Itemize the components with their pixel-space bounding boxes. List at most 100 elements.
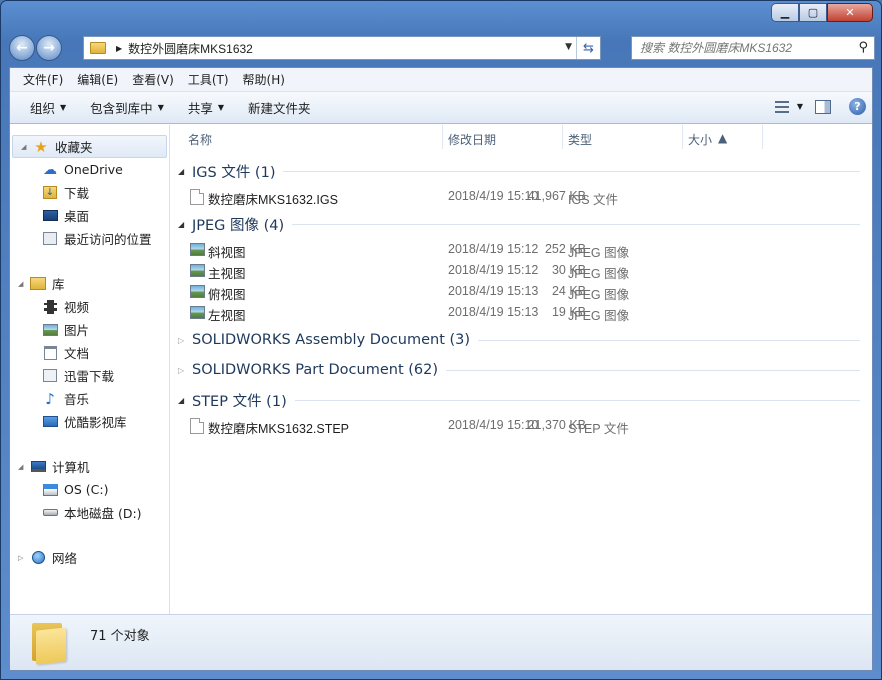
group-header-assembly[interactable]: ▷ SOLIDWORKS Assembly Document (3) (170, 328, 872, 352)
nav-item-label: 优酷影视库 (64, 415, 127, 430)
group-header-igs[interactable]: ◢ IGS 文件 (1) (170, 159, 872, 183)
file-row[interactable]: 斜视图 2018/4/19 15:12 JPEG 图像 252 KB (170, 239, 872, 260)
group-header-part[interactable]: ▷ SOLIDWORKS Part Document (62) (170, 358, 872, 382)
preview-pane-button[interactable] (815, 99, 831, 114)
expand-icon[interactable]: ▷ (18, 554, 30, 562)
menu-help[interactable]: 帮助(H) (236, 69, 292, 90)
search-box[interactable]: ⚲ (631, 36, 875, 60)
navigation-bar: ← → ▶ 数控外圆磨床MKS1632 ▼ ⇆ ⚲ (9, 33, 875, 63)
nav-item-thunder-downloads[interactable]: 迅雷下载 (10, 364, 169, 387)
expand-group-icon[interactable]: ▷ (178, 336, 190, 345)
maximize-button[interactable]: ▢ (799, 3, 827, 22)
navigation-pane: ◢ ★ 收藏夹 ☁ OneDrive ↓ 下载 桌面 最近访问的位置 ◢ 库 视… (10, 125, 170, 614)
expand-group-icon[interactable]: ▷ (178, 366, 190, 375)
expand-icon[interactable]: ◢ (21, 143, 33, 151)
nav-item-label: OS (C:) (64, 482, 109, 497)
maximize-icon: ▢ (807, 6, 819, 19)
file-size: 41,967 KB (527, 189, 586, 203)
file-name: 左视图 (208, 309, 246, 323)
file-name: 主视图 (208, 267, 246, 281)
nav-item-label: 最近访问的位置 (64, 232, 152, 247)
group-title: SOLIDWORKS Assembly Document (3) (192, 332, 471, 348)
forward-button[interactable]: → (36, 35, 62, 61)
refresh-icon: ⇆ (583, 40, 594, 56)
documents-icon (42, 345, 58, 360)
nav-network[interactable]: ▷ 网络 (10, 546, 169, 569)
menu-view[interactable]: 查看(V) (125, 69, 181, 90)
share-label: 共享 (187, 101, 213, 116)
nav-item-recent-places[interactable]: 最近访问的位置 (10, 227, 169, 250)
file-row[interactable]: 左视图 2018/4/19 15:13 JPEG 图像 19 KB (170, 302, 872, 323)
nav-item-label: 音乐 (64, 392, 90, 407)
file-row[interactable]: 主视图 2018/4/19 15:12 JPEG 图像 30 KB (170, 260, 872, 281)
explorer-window: ▁ ▢ ✕ ← → ▶ 数控外圆磨床MKS1632 ▼ ⇆ ⚲ 文件(F) 编辑… (0, 0, 882, 680)
nav-item-music[interactable]: ♪ 音乐 (10, 387, 169, 410)
breadcrumb-separator-icon[interactable]: ▶ (116, 44, 122, 53)
file-row[interactable]: 数控磨床MKS1632.STEP 2018/4/19 15:10 STEP 文件… (170, 415, 872, 436)
nav-item-onedrive[interactable]: ☁ OneDrive (10, 158, 169, 181)
menu-edit[interactable]: 编辑(E) (70, 69, 125, 90)
nav-computer[interactable]: ◢ 计算机 (10, 455, 169, 478)
column-name-header[interactable]: 名称 (188, 131, 212, 148)
nav-item-youku[interactable]: 优酷影视库 (10, 410, 169, 433)
organize-button[interactable]: 组织 ▼ (18, 98, 78, 117)
nav-item-label: 图片 (64, 323, 90, 338)
new-folder-button[interactable]: 新建文件夹 (236, 98, 323, 117)
nav-item-desktop[interactable]: 桌面 (10, 204, 169, 227)
folder-icon (90, 42, 106, 54)
nav-item-downloads[interactable]: ↓ 下载 (10, 181, 169, 204)
item-count: 71 个对象 (90, 629, 150, 644)
column-size-header[interactable]: 大小 (688, 131, 712, 148)
explorer-client-area: 文件(F) 编辑(E) 查看(V) 工具(T) 帮助(H) 组织 ▼ 包含到库中 ▼… (9, 67, 873, 671)
address-bar[interactable]: ▶ 数控外圆磨床MKS1632 ▼ ⇆ (83, 36, 601, 60)
group-header-step[interactable]: ◢ STEP 文件 (1) (170, 388, 872, 412)
column-type-header[interactable]: 类型 (568, 131, 592, 148)
nav-item-documents[interactable]: 文档 (10, 341, 169, 364)
nav-item-drive-c[interactable]: OS (C:) (10, 478, 169, 501)
download-library-icon (42, 368, 58, 383)
collapse-group-icon[interactable]: ◢ (178, 396, 190, 405)
address-dropdown-icon[interactable]: ▼ (565, 42, 572, 52)
nav-item-pictures[interactable]: 图片 (10, 318, 169, 341)
caption-buttons: ▁ ▢ ✕ (771, 3, 873, 22)
file-row[interactable]: 俯视图 2018/4/19 15:13 JPEG 图像 24 KB (170, 281, 872, 302)
nav-item-label: 视频 (64, 300, 90, 315)
nav-item-drive-d[interactable]: 本地磁盘 (D:) (10, 501, 169, 524)
nav-network-label: 网络 (52, 551, 78, 566)
folder-icon (32, 623, 66, 665)
change-view-button[interactable]: ▼ (774, 100, 803, 113)
details-pane: 71 个对象 (10, 614, 872, 670)
menu-tools[interactable]: 工具(T) (181, 69, 236, 90)
collapse-group-icon[interactable]: ◢ (178, 220, 190, 229)
help-button[interactable]: ? (849, 98, 866, 115)
file-size: 21,370 KB (527, 418, 586, 432)
menu-file[interactable]: 文件(F) (16, 69, 70, 90)
nav-libraries[interactable]: ◢ 库 (10, 272, 169, 295)
search-input[interactable] (640, 41, 850, 55)
file-date: 2018/4/19 15:12 (448, 242, 539, 256)
share-button[interactable]: 共享 ▼ (176, 98, 236, 117)
file-size: 30 KB (551, 263, 586, 277)
minimize-button[interactable]: ▁ (771, 3, 799, 22)
nav-item-label: 本地磁盘 (D:) (64, 506, 142, 521)
chevron-down-icon: ▼ (796, 102, 803, 111)
column-date-header[interactable]: 修改日期 (448, 131, 496, 148)
expand-icon[interactable]: ◢ (18, 280, 30, 288)
include-library-button[interactable]: 包含到库中 ▼ (78, 98, 176, 117)
expand-icon[interactable]: ◢ (18, 463, 30, 471)
breadcrumb-current[interactable]: 数控外圆磨床MKS1632 (128, 40, 253, 57)
back-button[interactable]: ← (9, 35, 35, 61)
collapse-group-icon[interactable]: ◢ (178, 167, 190, 176)
close-button[interactable]: ✕ (827, 3, 873, 22)
file-name: 斜视图 (208, 246, 246, 260)
file-row[interactable]: 数控磨床MKS1632.IGS 2018/4/19 15:10 IGS 文件 4… (170, 186, 872, 207)
nav-favorites[interactable]: ◢ ★ 收藏夹 (12, 135, 167, 158)
nav-item-label: 桌面 (64, 209, 90, 224)
command-bar: 组织 ▼ 包含到库中 ▼ 共享 ▼ 新建文件夹 ▼ ? (10, 92, 872, 124)
refresh-button[interactable]: ⇆ (576, 37, 600, 59)
group-header-jpeg[interactable]: ◢ JPEG 图像 (4) (170, 212, 872, 236)
nav-item-videos[interactable]: 视频 (10, 295, 169, 318)
nav-favorites-label: 收藏夹 (55, 140, 93, 155)
search-icon[interactable]: ⚲ (858, 40, 868, 55)
hard-drive-icon (42, 505, 58, 520)
